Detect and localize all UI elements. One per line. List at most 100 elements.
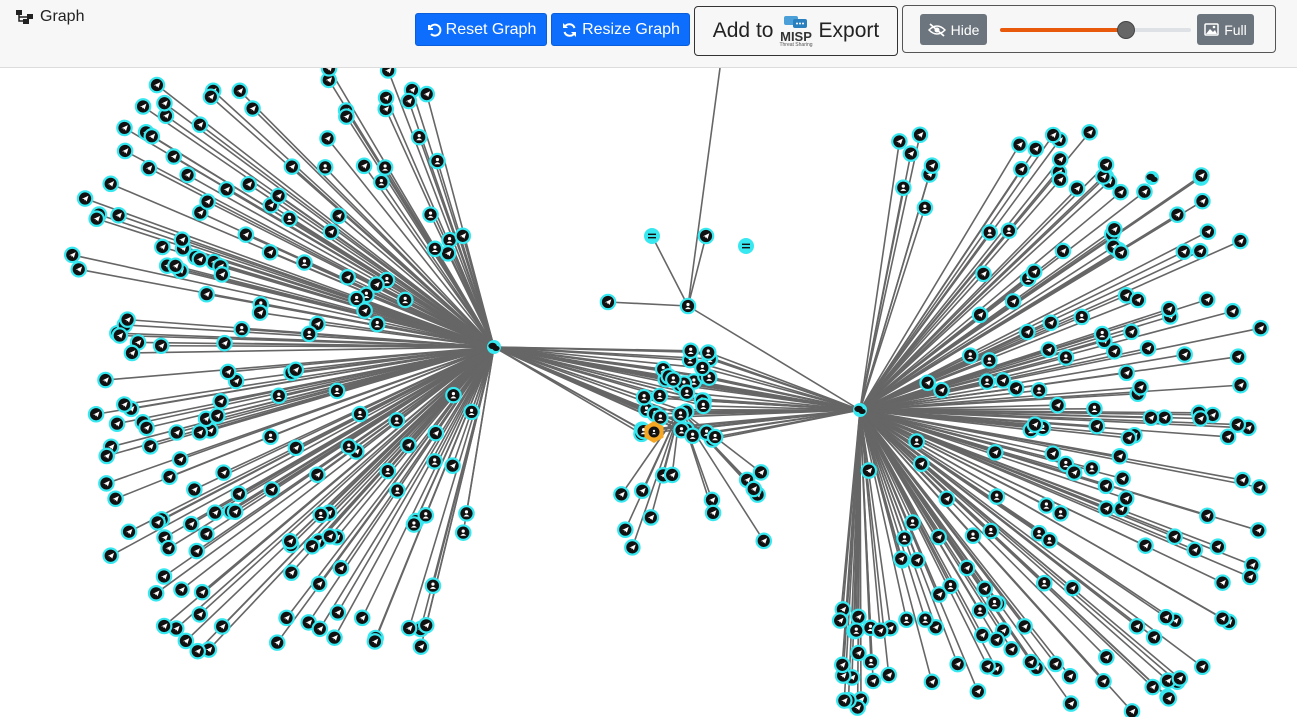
user-icon[interactable] bbox=[316, 159, 334, 176]
telegram-icon[interactable] bbox=[213, 618, 231, 635]
telegram-icon[interactable] bbox=[188, 542, 205, 560]
telegram-icon[interactable] bbox=[417, 617, 435, 634]
telegram-icon[interactable] bbox=[923, 157, 941, 175]
user-icon[interactable] bbox=[424, 577, 442, 595]
telegram-icon[interactable] bbox=[1199, 507, 1216, 525]
user-icon[interactable] bbox=[270, 387, 288, 405]
telegram-icon[interactable] bbox=[330, 207, 347, 225]
user-icon[interactable] bbox=[281, 210, 298, 228]
telegram-icon[interactable] bbox=[755, 532, 773, 550]
telegram-icon[interactable] bbox=[1011, 136, 1028, 154]
telegram-icon[interactable] bbox=[1142, 409, 1160, 427]
telegram-icon[interactable] bbox=[1040, 341, 1058, 359]
telegram-icon[interactable] bbox=[353, 609, 371, 627]
telegram-icon[interactable] bbox=[1160, 300, 1178, 318]
telegram-icon[interactable] bbox=[191, 250, 209, 268]
telegram-icon[interactable] bbox=[1016, 618, 1033, 635]
telegram-icon[interactable] bbox=[1198, 291, 1216, 308]
user-icon[interactable] bbox=[971, 602, 989, 619]
telegram-icon[interactable] bbox=[1095, 672, 1112, 690]
telegram-icon[interactable] bbox=[986, 444, 1004, 461]
telegram-icon[interactable] bbox=[1214, 610, 1231, 627]
telegram-icon[interactable] bbox=[1044, 126, 1062, 144]
telegram-icon[interactable] bbox=[98, 447, 116, 465]
telegram-icon[interactable] bbox=[108, 415, 126, 433]
telegram-icon[interactable] bbox=[850, 608, 867, 626]
full-button[interactable]: Full bbox=[1197, 14, 1254, 45]
telegram-icon[interactable] bbox=[1229, 348, 1247, 366]
telegram-icon[interactable] bbox=[173, 581, 190, 598]
telegram-icon[interactable] bbox=[1044, 445, 1062, 462]
telegram-icon[interactable] bbox=[1129, 291, 1147, 309]
telegram-icon[interactable] bbox=[155, 568, 173, 585]
telegram-icon[interactable] bbox=[199, 193, 216, 210]
telegram-icon[interactable] bbox=[209, 407, 226, 425]
user-icon[interactable] bbox=[429, 152, 446, 170]
telegram-icon[interactable] bbox=[1251, 479, 1268, 496]
telegram-icon[interactable] bbox=[642, 509, 660, 526]
telegram-icon[interactable] bbox=[171, 451, 189, 468]
user-icon[interactable] bbox=[847, 622, 865, 639]
telegram-icon[interactable] bbox=[155, 617, 173, 635]
telegram-icon[interactable] bbox=[833, 656, 851, 674]
user-icon[interactable] bbox=[296, 254, 313, 271]
telegram-icon[interactable] bbox=[102, 175, 120, 193]
user-icon[interactable] bbox=[1086, 400, 1103, 418]
telegram-icon[interactable] bbox=[97, 371, 114, 389]
user-icon[interactable] bbox=[916, 611, 934, 628]
telegram-icon[interactable] bbox=[745, 480, 762, 498]
telegram-icon[interactable] bbox=[1088, 417, 1106, 435]
telegram-icon[interactable] bbox=[933, 381, 950, 399]
telegram-icon[interactable] bbox=[237, 226, 255, 243]
telegram-icon[interactable] bbox=[1114, 470, 1131, 487]
telegram-icon[interactable] bbox=[120, 523, 138, 541]
telegram-icon[interactable] bbox=[177, 632, 195, 650]
telegram-icon[interactable] bbox=[836, 692, 853, 709]
telegram-icon[interactable] bbox=[1194, 192, 1211, 210]
user-icon[interactable] bbox=[908, 433, 926, 450]
telegram-icon[interactable] bbox=[138, 419, 155, 437]
telegram-icon[interactable] bbox=[268, 634, 286, 651]
telegram-icon[interactable] bbox=[319, 130, 336, 147]
telegram-icon[interactable] bbox=[1128, 618, 1146, 635]
telegram-icon[interactable] bbox=[1019, 323, 1036, 341]
telegram-icon[interactable] bbox=[140, 159, 158, 177]
telegram-icon[interactable] bbox=[923, 673, 941, 691]
telegram-icon[interactable] bbox=[213, 266, 231, 283]
telegram-icon[interactable] bbox=[930, 586, 948, 603]
telegram-icon[interactable] bbox=[123, 344, 141, 362]
user-icon[interactable] bbox=[695, 397, 712, 415]
telegram-icon[interactable] bbox=[454, 227, 472, 245]
telegram-icon[interactable] bbox=[1097, 156, 1115, 173]
telegram-icon[interactable] bbox=[633, 482, 651, 500]
user-icon[interactable] bbox=[410, 128, 428, 146]
slider-thumb[interactable] bbox=[1117, 21, 1136, 39]
telegram-icon[interactable] bbox=[322, 223, 340, 241]
telegram-icon[interactable] bbox=[1117, 490, 1135, 507]
telegram-icon[interactable] bbox=[165, 148, 182, 165]
telegram-icon[interactable] bbox=[1081, 123, 1098, 141]
telegram-icon[interactable] bbox=[1186, 541, 1204, 559]
telegram-icon[interactable] bbox=[98, 475, 115, 492]
telegram-icon[interactable] bbox=[1209, 538, 1227, 555]
telegram-icon[interactable] bbox=[938, 490, 956, 508]
telegram-icon[interactable] bbox=[161, 468, 178, 486]
misp-export-button[interactable]: Add to MISP Threat Sharing Export bbox=[694, 6, 898, 56]
telegram-icon[interactable] bbox=[624, 539, 641, 556]
telegram-icon[interactable] bbox=[326, 629, 343, 646]
telegram-icon[interactable] bbox=[871, 622, 889, 639]
telegram-icon[interactable] bbox=[1156, 409, 1173, 426]
telegram-icon[interactable] bbox=[156, 94, 173, 112]
user-icon[interactable] bbox=[396, 291, 414, 309]
telegram-icon[interactable] bbox=[287, 439, 305, 457]
telegram-icon[interactable] bbox=[1049, 396, 1066, 414]
telegram-icon[interactable] bbox=[1166, 528, 1183, 546]
telegram-icon[interactable] bbox=[231, 82, 249, 100]
telegram-icon[interactable] bbox=[1171, 670, 1189, 687]
telegram-icon[interactable] bbox=[88, 210, 105, 228]
user-icon[interactable] bbox=[454, 524, 472, 541]
telegram-icon[interactable] bbox=[880, 666, 898, 684]
telegram-icon[interactable] bbox=[1118, 364, 1135, 382]
telegram-icon[interactable] bbox=[1027, 140, 1045, 158]
telegram-icon[interactable] bbox=[911, 126, 929, 144]
